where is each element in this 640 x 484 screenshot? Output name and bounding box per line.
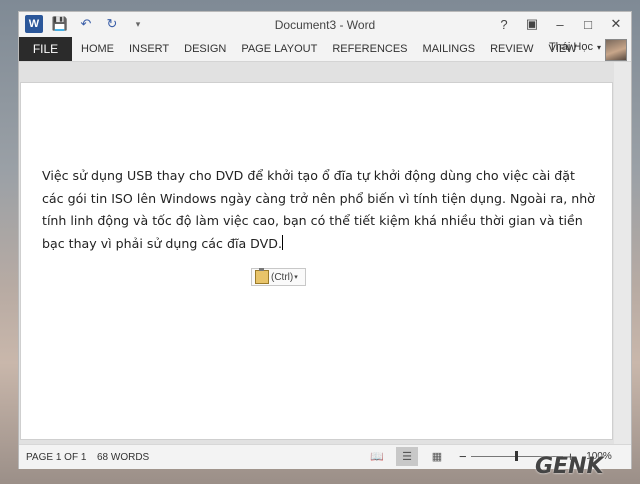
document-page[interactable]: Việc sử dụng USB thay cho DVD để khởi tạ…: [20, 82, 613, 440]
text-cursor: [281, 234, 283, 250]
avatar[interactable]: [605, 39, 627, 61]
ribbon-tab-list: HOME INSERT DESIGN PAGE LAYOUT REFERENCE…: [81, 37, 592, 61]
clipboard-icon: [255, 268, 269, 284]
title-bar: W 💾 ↶ ↻ ▾ Document3 - Word ? ▣ – □ ✕: [19, 12, 631, 37]
window-controls: ? ▣ – □ ✕: [493, 14, 627, 34]
ribbon-tabs: FILE HOME INSERT DESIGN PAGE LAYOUT REFE…: [19, 37, 631, 62]
paragraph-text: Việc sử dụng USB thay cho DVD để khởi tạ…: [42, 168, 595, 251]
tab-file[interactable]: FILE: [19, 37, 72, 61]
print-layout-icon[interactable]: ☰: [396, 447, 418, 466]
genk-watermark: GENK: [535, 454, 604, 479]
tab-references[interactable]: REFERENCES: [332, 43, 407, 55]
paste-options-button[interactable]: (Ctrl) ▾: [251, 268, 306, 286]
zoom-out-button[interactable]: −: [459, 449, 467, 464]
maximize-button[interactable]: □: [577, 14, 599, 34]
view-buttons: 📖 ☰ ▦: [366, 447, 448, 466]
close-button[interactable]: ✕: [605, 14, 627, 34]
web-layout-icon[interactable]: ▦: [426, 447, 448, 466]
tab-mailings[interactable]: MAILINGS: [423, 43, 476, 55]
page-count[interactable]: PAGE 1 OF 1: [26, 452, 86, 463]
ribbon-display-icon[interactable]: ▣: [521, 14, 543, 34]
document-paragraph[interactable]: Việc sử dụng USB thay cho DVD để khởi tạ…: [42, 165, 597, 255]
tab-page-layout[interactable]: PAGE LAYOUT: [241, 43, 317, 55]
word-window: W 💾 ↶ ↻ ▾ Document3 - Word ? ▣ – □ ✕ FIL…: [19, 12, 631, 469]
tab-design[interactable]: DESIGN: [184, 43, 226, 55]
tab-home[interactable]: HOME: [81, 43, 114, 55]
tab-review[interactable]: REVIEW: [490, 43, 533, 55]
minimize-button[interactable]: –: [549, 14, 571, 34]
user-name: Thái Học: [548, 41, 593, 53]
tab-insert[interactable]: INSERT: [129, 43, 169, 55]
chevron-down-icon: ▾: [596, 42, 601, 52]
document-area: Việc sử dụng USB thay cho DVD để khởi tạ…: [19, 62, 631, 444]
paste-options-label: (Ctrl): [271, 271, 294, 283]
word-count[interactable]: 68 WORDS: [97, 452, 149, 463]
vertical-scrollbar[interactable]: [614, 62, 631, 444]
chevron-down-icon: ▾: [294, 274, 298, 281]
zoom-slider-thumb[interactable]: [515, 451, 519, 461]
user-account[interactable]: Thái Học ▾: [549, 41, 601, 53]
read-mode-icon[interactable]: 📖: [366, 447, 388, 466]
help-button[interactable]: ?: [493, 14, 515, 34]
